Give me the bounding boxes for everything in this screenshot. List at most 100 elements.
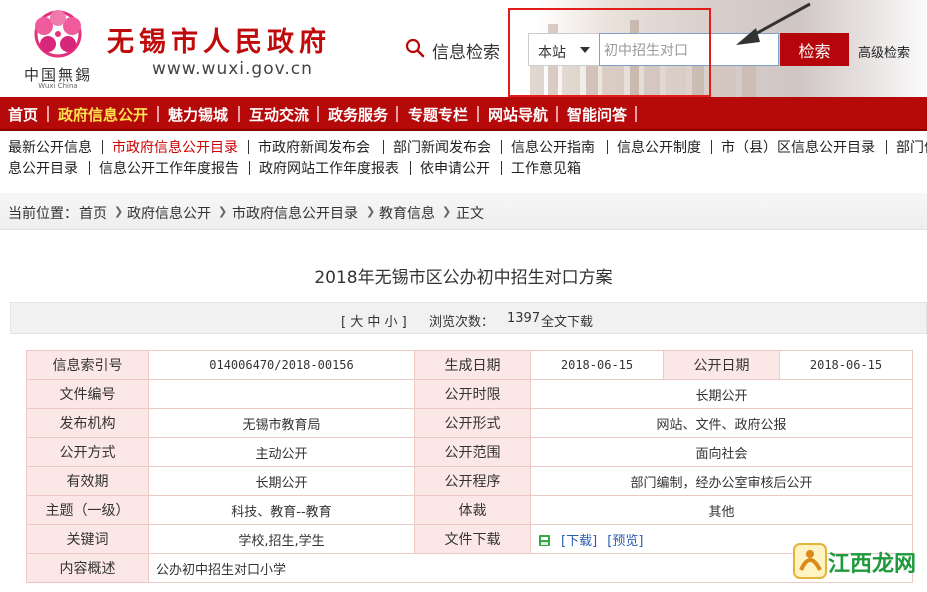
subnav-on-request[interactable]: 依申请公开 <box>420 158 490 178</box>
preview-link[interactable]: [预览] <box>607 534 643 549</box>
subnav-dept-catalog-start[interactable]: 部门信 <box>896 137 927 157</box>
search-icon <box>405 38 425 58</box>
subnav-guide[interactable]: 信息公开指南 <box>511 137 595 157</box>
article-title: 2018年无锡市区公办初中招生对口方案 <box>314 268 613 288</box>
meta-value: 科技、教育--教育 <box>148 495 415 525</box>
table-row: 关键词 学校,招生,学生 文件下载 [下载] [预览] <box>26 524 913 554</box>
subnav-divider <box>89 161 90 175</box>
breadcrumb-item-gov-info[interactable]: 政府信息公开 <box>127 203 211 223</box>
table-row: 内容概述 公办初中招生对口小学 <box>26 553 913 583</box>
meta-label: 公开方式 <box>26 437 149 467</box>
subnav-feedback-box[interactable]: 工作意见箱 <box>511 158 581 178</box>
meta-value: 主动公开 <box>148 437 415 467</box>
logo-subtext: Wuxi China <box>38 82 78 90</box>
nav-item-home[interactable]: 首页 <box>8 104 38 125</box>
meta-value: 2018-06-15 <box>530 350 664 380</box>
breadcrumb: 当前位置： 首页 ❯ 政府信息公开 ❯ 市政府信息公开目录 ❯ 教育信息 ❯ 正… <box>0 193 927 230</box>
subnav-divider <box>102 140 103 154</box>
site-url[interactable]: www.wuxi.gov.cn <box>152 59 313 79</box>
page: 中国無錫 Wuxi China 无锡市人民政府 www.wuxi.gov.cn … <box>0 0 927 592</box>
nav-item-interaction[interactable]: 互动交流 <box>249 104 309 125</box>
nav-divider <box>317 106 319 122</box>
chevron-right-icon: ❯ <box>114 205 124 218</box>
table-row: 公开方式 主动公开 公开范围 面向社会 <box>26 437 913 467</box>
breadcrumb-item-current: 正文 <box>456 206 484 222</box>
nav-item-topics[interactable]: 专题专栏 <box>408 104 468 125</box>
font-size-switcher[interactable]: [ 大 中 小 ] <box>341 311 407 330</box>
annotation-arrow-icon <box>736 2 811 45</box>
meta-label: 体裁 <box>414 495 531 525</box>
nav-item-services[interactable]: 政务服务 <box>328 104 388 125</box>
file-icon <box>539 534 550 546</box>
nav-divider <box>556 106 558 122</box>
chevron-right-icon: ❯ <box>366 205 376 218</box>
nav-divider <box>47 106 49 122</box>
table-row: 发布机构 无锡市教育局 公开形式 网站、文件、政府公报 <box>26 408 913 438</box>
advanced-search-link[interactable]: 高级检索 <box>858 42 910 61</box>
breadcrumb-item-education[interactable]: 教育信息 <box>379 203 435 223</box>
meta-label: 内容概述 <box>26 553 149 583</box>
subnav-city-press[interactable]: 市政府新闻发布会 <box>258 137 370 157</box>
nav-item-sitemap[interactable]: 网站导航 <box>488 104 548 125</box>
meta-label: 发布机构 <box>26 408 149 438</box>
watermark-logo-icon <box>793 543 827 579</box>
meta-value <box>148 379 415 409</box>
nav-divider <box>157 106 159 122</box>
meta-label: 文件编号 <box>26 379 149 409</box>
meta-label: 生成日期 <box>414 350 531 380</box>
nav-item-smart-qa[interactable]: 智能问答 <box>567 104 627 125</box>
views-count: 1397 <box>507 311 541 326</box>
breadcrumb-prefix: 当前位置： <box>8 206 78 222</box>
subnav-latest[interactable]: 最新公开信息 <box>8 137 92 157</box>
subnav-rules[interactable]: 信息公开制度 <box>617 137 701 157</box>
download-link[interactable]: [下载] <box>561 534 597 549</box>
subnav-divider <box>248 140 249 154</box>
search-label: 信息检索 <box>432 43 500 63</box>
meta-value: 长期公开 <box>148 466 415 496</box>
subnav-annual-report[interactable]: 信息公开工作年度报告 <box>99 158 239 178</box>
meta-label: 主题（一级） <box>26 495 149 525</box>
subnav-divider <box>501 140 502 154</box>
subnav-divider <box>501 161 502 175</box>
nav-item-gov-info[interactable]: 政府信息公开 <box>58 104 148 125</box>
nav-divider <box>396 106 398 122</box>
subnav-website-report[interactable]: 政府网站工作年度报表 <box>259 158 399 178</box>
nav-divider <box>635 106 637 122</box>
meta-label: 公开时限 <box>414 379 531 409</box>
site-title[interactable]: 无锡市人民政府 <box>107 20 331 59</box>
meta-label: 信息索引号 <box>26 350 149 380</box>
breadcrumb-item-home[interactable]: 首页 <box>79 203 107 223</box>
subnav-dept-catalog-end[interactable]: 息公开目录 <box>8 158 78 178</box>
nav-divider <box>477 106 479 122</box>
chevron-right-icon: ❯ <box>442 205 452 218</box>
nav-item-city-charm[interactable]: 魅力锡城 <box>168 104 228 125</box>
subnav-divider <box>886 140 887 154</box>
watermark-text: 江西龙网 <box>828 552 917 577</box>
meta-label: 文件下载 <box>414 524 531 554</box>
meta-label: 公开形式 <box>414 408 531 438</box>
breadcrumb-item-catalog[interactable]: 市政府信息公开目录 <box>232 203 358 223</box>
subnav-divider <box>711 140 712 154</box>
meta-value: 面向社会 <box>530 437 913 467</box>
meta-value: 部门编制，经办公室审核后公开 <box>530 466 913 496</box>
meta-value: 网站、文件、政府公报 <box>530 408 913 438</box>
table-row: 信息索引号 014006470/2018-00156 生成日期 2018-06-… <box>26 350 913 380</box>
subnav-district-catalog[interactable]: 市（县）区信息公开目录 <box>721 137 875 157</box>
download-all-link[interactable]: 全文下载 <box>541 311 593 330</box>
table-row: 文件编号 公开时限 长期公开 <box>26 379 913 409</box>
subnav-dept-press[interactable]: 部门新闻发布会 <box>393 137 491 157</box>
subnav-divider <box>607 140 608 154</box>
meta-label: 有效期 <box>26 466 149 496</box>
subnav-divider <box>410 161 411 175</box>
table-row: 有效期 长期公开 公开程序 部门编制，经办公室审核后公开 <box>26 466 913 496</box>
table-row: 主题（一级） 科技、教育--教育 体裁 其他 <box>26 495 913 525</box>
subnav-divider <box>249 161 250 175</box>
chevron-right-icon: ❯ <box>218 205 228 218</box>
sub-nav: 最新公开信息 市政府信息公开目录 市政府新闻发布会 部门新闻发布会 信息公开指南… <box>0 133 927 181</box>
meta-value: 长期公开 <box>530 379 913 409</box>
metadata-table: 信息索引号 014006470/2018-00156 生成日期 2018-06-… <box>26 350 913 583</box>
views-label: 浏览次数： <box>429 315 495 330</box>
meta-label: 公开程序 <box>414 466 531 496</box>
subnav-divider <box>383 140 384 154</box>
subnav-city-catalog[interactable]: 市政府信息公开目录 <box>112 137 238 157</box>
